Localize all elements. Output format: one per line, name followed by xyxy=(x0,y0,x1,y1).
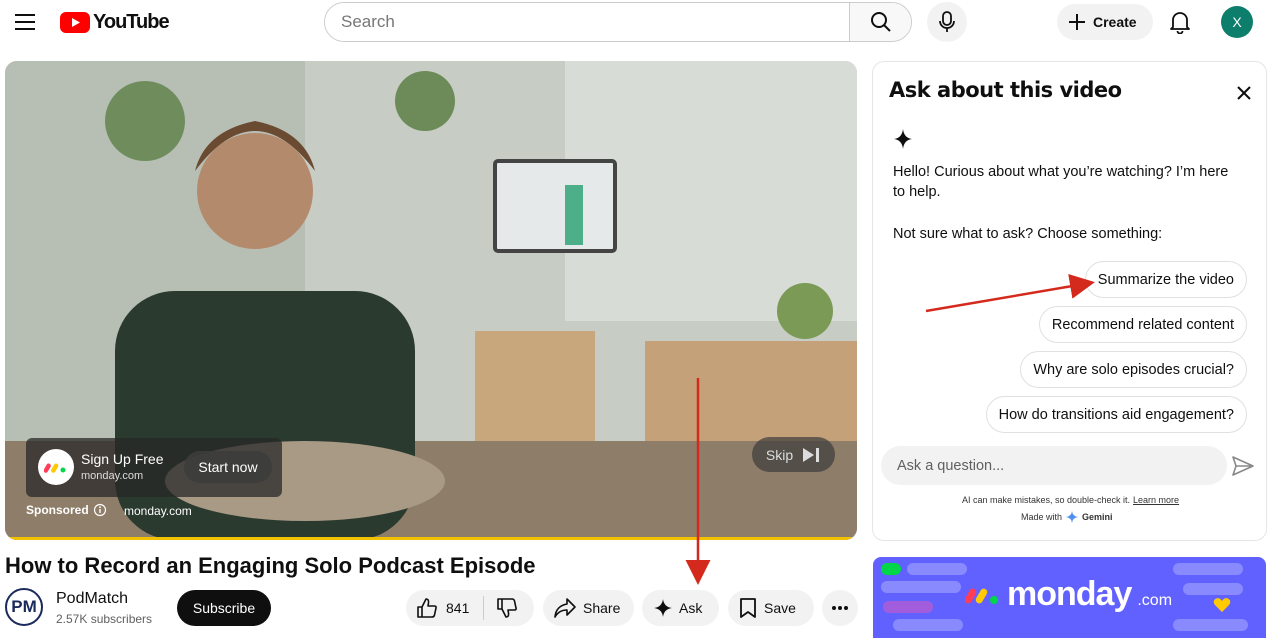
monday-logo-icon xyxy=(38,449,74,485)
suggestion-chip[interactable]: Summarize the video xyxy=(1084,261,1247,298)
skip-label: Skip xyxy=(765,446,794,463)
sponsored-label: Sponsored xyxy=(26,503,107,517)
search-button[interactable] xyxy=(849,3,911,41)
send-button[interactable] xyxy=(1229,452,1257,480)
more-actions-button[interactable] xyxy=(822,590,858,626)
side-ad-banner[interactable]: monday .com xyxy=(873,557,1266,638)
gemini-brand: Gemini xyxy=(1082,512,1113,522)
share-button[interactable]: Share xyxy=(543,590,634,626)
plus-icon xyxy=(1069,14,1085,30)
channel-name[interactable]: PodMatch xyxy=(56,590,128,608)
monday-logo-icon xyxy=(965,588,998,604)
like-dislike-group: 841 xyxy=(406,590,534,626)
disclaimer-text: AI can make mistakes, so double-check it… xyxy=(961,495,1131,505)
ask-label: Ask xyxy=(679,600,703,616)
ask-button[interactable]: Ask xyxy=(642,590,719,626)
ad-start-now-button[interactable]: Start now xyxy=(184,451,272,483)
logo-text: YouTube xyxy=(93,10,170,33)
account-avatar[interactable]: X xyxy=(1221,6,1253,38)
search-input[interactable] xyxy=(325,3,849,41)
made-with-gemini: Made with Gemini xyxy=(1021,511,1113,523)
suggestion-hint: Not sure what to ask? Choose something: xyxy=(893,226,1163,242)
gemini-icon xyxy=(1066,511,1079,523)
bell-icon xyxy=(1170,12,1190,34)
search-icon xyxy=(870,12,891,32)
share-label: Share xyxy=(583,600,621,616)
save-button[interactable]: Save xyxy=(728,590,814,626)
search-bar xyxy=(324,2,912,42)
heart-icon xyxy=(1213,598,1231,612)
ask-panel: Ask about this video Hello! Curious abou… xyxy=(872,61,1267,541)
suggestion-chip[interactable]: Recommend related content xyxy=(1038,306,1247,343)
ask-panel-title: Ask about this video xyxy=(889,78,1122,102)
subscriber-count: 2.57K subscribers xyxy=(56,612,153,626)
create-button[interactable]: Create xyxy=(1057,4,1153,40)
skip-next-icon xyxy=(803,447,820,462)
share-icon xyxy=(554,598,576,618)
like-count: 841 xyxy=(446,600,470,616)
save-label: Save xyxy=(764,600,796,616)
microphone-icon xyxy=(939,11,955,32)
close-panel-button[interactable] xyxy=(1229,78,1259,108)
subscribe-button[interactable]: Subscribe xyxy=(177,590,271,626)
assistant-greeting: Hello! Curious about what you’re watchin… xyxy=(893,164,1229,200)
banner-brand-tld: .com xyxy=(1137,591,1173,609)
suggestion-chip[interactable]: How do transitions aid engagement? xyxy=(985,396,1247,433)
monday-brand-logo: monday .com xyxy=(965,575,1172,614)
suggestion-chip[interactable]: Why are solo episodes crucial? xyxy=(1020,351,1247,388)
like-button[interactable]: 841 xyxy=(406,596,485,620)
bookmark-icon xyxy=(740,598,756,618)
ad-domain: monday.com xyxy=(81,470,144,482)
create-label: Create xyxy=(1093,14,1137,30)
voice-search-button[interactable] xyxy=(927,2,967,42)
close-icon xyxy=(1237,86,1251,100)
dislike-button[interactable] xyxy=(484,597,518,619)
ad-progress-bar[interactable] xyxy=(5,537,857,540)
sparkle-icon xyxy=(654,599,672,617)
ai-disclaimer: AI can make mistakes, so double-check it… xyxy=(873,495,1268,505)
info-icon[interactable] xyxy=(93,503,107,517)
thumbs-down-icon xyxy=(497,598,518,618)
youtube-play-icon xyxy=(60,11,90,33)
ad-card[interactable]: Sign Up Free monday.com Start now xyxy=(26,438,282,497)
made-with-text: Made with xyxy=(1021,512,1063,522)
banner-brand-word: monday xyxy=(1007,575,1132,613)
video-title: How to Record an Engaging Solo Podcast E… xyxy=(5,553,536,578)
youtube-logo[interactable]: YouTube xyxy=(60,10,170,34)
sponsored-text: Sponsored xyxy=(26,503,89,517)
skip-ad-button[interactable]: Skip xyxy=(752,437,835,472)
question-input[interactable] xyxy=(881,446,1227,485)
sponsor-domain[interactable]: monday.com xyxy=(124,504,192,518)
learn-more-link[interactable]: Learn more xyxy=(1133,495,1179,505)
video-player[interactable]: Sign Up Free monday.com Start now Sponso… xyxy=(5,61,857,540)
notifications-button[interactable] xyxy=(1160,2,1200,42)
ad-title: Sign Up Free xyxy=(81,451,164,467)
thumbs-up-icon xyxy=(417,598,437,618)
send-icon xyxy=(1232,456,1254,476)
more-horizontal-icon xyxy=(832,606,848,610)
sparkle-icon xyxy=(894,129,912,149)
menu-button[interactable] xyxy=(8,5,42,39)
hamburger-icon xyxy=(15,14,35,30)
channel-avatar[interactable]: PM xyxy=(5,588,43,626)
